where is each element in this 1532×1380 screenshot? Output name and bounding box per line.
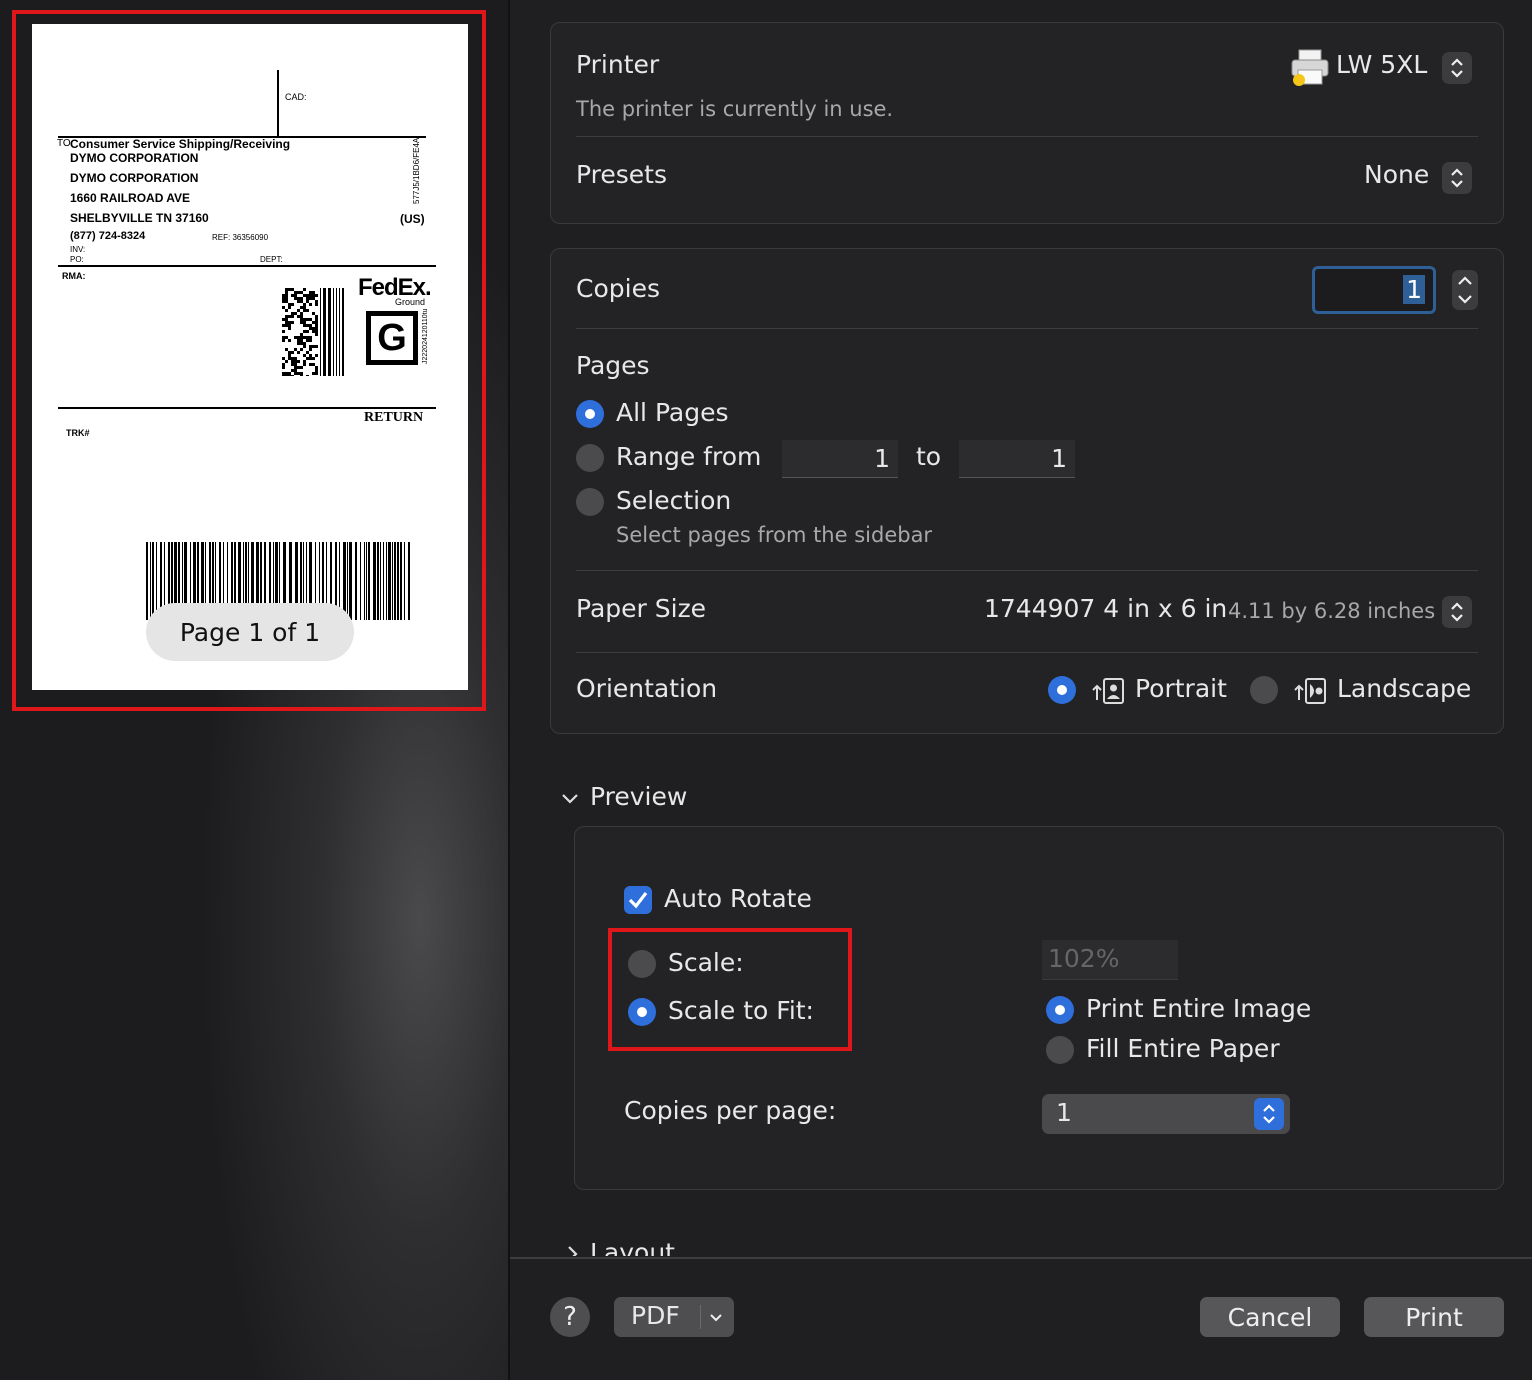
printer-select[interactable]: LW 5XL [1336, 50, 1427, 79]
printer-icon [1290, 48, 1330, 86]
presets-label: Presets [576, 160, 667, 189]
2d-barcode [282, 288, 344, 376]
scale-to-fit-radio[interactable] [628, 998, 656, 1026]
preview-chevron-down-icon[interactable] [560, 788, 580, 812]
divider-line [277, 70, 279, 136]
country-code: (US) [400, 212, 425, 226]
recipient-company: DYMO CORPORATION [70, 151, 199, 165]
scale-to-fit-label: Scale to Fit: [668, 996, 814, 1025]
page-indicator: Page 1 of 1 [146, 603, 354, 661]
rma-label: RMA: [62, 271, 86, 281]
presets-select[interactable]: None [1364, 160, 1429, 189]
paper-size-label: Paper Size [576, 594, 707, 623]
cancel-button[interactable]: Cancel [1200, 1297, 1340, 1337]
copies-per-page-select[interactable]: 1 [1042, 1094, 1290, 1134]
recipient-company: DYMO CORPORATION [70, 171, 199, 185]
selection-label: Selection [616, 486, 732, 515]
help-button[interactable]: ? [550, 1297, 590, 1337]
ref-number: REF: 36356090 [212, 233, 269, 242]
separator [576, 652, 1478, 653]
print-button[interactable]: Print [1364, 1297, 1504, 1337]
copies-value: 1 [1403, 275, 1425, 304]
cad-label: CAD: [285, 92, 307, 102]
selection-radio[interactable] [576, 488, 604, 516]
separator [576, 136, 1478, 137]
footer-divider [510, 1257, 1532, 1259]
range-from-input[interactable]: 1 [782, 440, 898, 478]
layout-chevron-right-icon[interactable] [564, 1244, 580, 1256]
divider-line [58, 407, 436, 409]
pdf-chevron-down-icon[interactable] [708, 1309, 724, 1329]
range-to-input[interactable]: 1 [959, 440, 1075, 478]
return-label: RETURN [364, 410, 424, 425]
printer-status: The printer is currently in use. [576, 97, 894, 121]
recipient-street: 1660 RAILROAD AVE [70, 191, 191, 205]
paper-size-chevron-icon[interactable] [1442, 596, 1472, 628]
scale-radio[interactable] [628, 950, 656, 978]
copies-label: Copies [576, 274, 660, 303]
copies-stepper[interactable] [1452, 270, 1478, 310]
copies-per-page-value: 1 [1056, 1098, 1072, 1127]
range-radio[interactable] [576, 444, 604, 472]
landscape-icon [1292, 676, 1328, 710]
layout-section-header[interactable]: Layout [590, 1238, 675, 1256]
copies-per-page-chevron-icon [1254, 1098, 1284, 1130]
recipient-city: SHELBYVILLE TN 37160 [70, 211, 209, 225]
presets-select-chevron-icon[interactable] [1442, 162, 1472, 194]
divider-line [58, 265, 436, 267]
landscape-label: Landscape [1337, 674, 1472, 703]
paper-size-dimensions: 4.11 by 6.28 inches [1228, 599, 1436, 623]
pdf-menu-button[interactable]: PDF [614, 1297, 734, 1337]
selection-hint: Select pages from the sidebar [616, 523, 933, 547]
scale-percent-input[interactable]: 102% [1042, 940, 1178, 980]
separator [576, 328, 1478, 329]
checkmark-icon [628, 892, 648, 909]
trk-label: TRK# [66, 428, 90, 438]
auto-rotate-checkbox[interactable] [624, 886, 652, 914]
to-label: TO [57, 138, 71, 149]
orientation-label: Orientation [576, 674, 718, 703]
preview-section-header[interactable]: Preview [590, 782, 687, 811]
range-to-label: to [916, 442, 942, 471]
copies-input[interactable]: 1 [1312, 266, 1436, 314]
all-pages-radio[interactable] [576, 400, 604, 428]
portrait-icon [1090, 676, 1126, 710]
all-pages-label: All Pages [616, 398, 729, 427]
po-label: PO: [70, 255, 84, 264]
layout-section-clip: Layout [510, 1236, 1532, 1256]
landscape-radio[interactable] [1250, 676, 1278, 704]
sidebar-divider [508, 0, 510, 1380]
service-letter: G [377, 317, 407, 359]
fill-entire-paper-radio[interactable] [1046, 1036, 1074, 1064]
scale-options-highlight-box [608, 928, 852, 1051]
print-entire-image-label: Print Entire Image [1086, 994, 1312, 1023]
printer-label: Printer [576, 50, 660, 79]
pdf-divider [700, 1305, 701, 1329]
recipient-phone: (877) 724-8324 [70, 230, 146, 242]
separator [576, 570, 1478, 571]
routing-code: 577J5/1BD6/FE4A [412, 137, 421, 204]
tracking-code-vertical: J222024120110tu [422, 308, 429, 364]
inv-label: INV: [70, 245, 86, 254]
copies-per-page-label: Copies per page: [624, 1096, 837, 1125]
paper-size-select[interactable]: 1744907 4 in x 6 in [984, 594, 1227, 623]
print-entire-image-radio[interactable] [1046, 996, 1074, 1024]
service-badge: G [366, 311, 418, 365]
pdf-label: PDF [631, 1301, 680, 1330]
auto-rotate-label: Auto Rotate [664, 884, 812, 913]
range-label: Range from [616, 442, 762, 471]
service-name: Ground [395, 297, 426, 307]
portrait-radio[interactable] [1048, 676, 1076, 704]
pages-label: Pages [576, 351, 650, 380]
portrait-label: Portrait [1135, 674, 1227, 703]
recipient-attention: Consumer Service Shipping/Receiving [70, 137, 291, 151]
page-thumbnail[interactable]: CAD: TO Consumer Service Shipping/Receiv… [32, 24, 468, 690]
dept-label: DEPT: [260, 255, 283, 264]
fill-entire-paper-label: Fill Entire Paper [1086, 1034, 1280, 1063]
scale-label: Scale: [668, 948, 744, 977]
printer-select-chevron-icon[interactable] [1442, 52, 1472, 84]
